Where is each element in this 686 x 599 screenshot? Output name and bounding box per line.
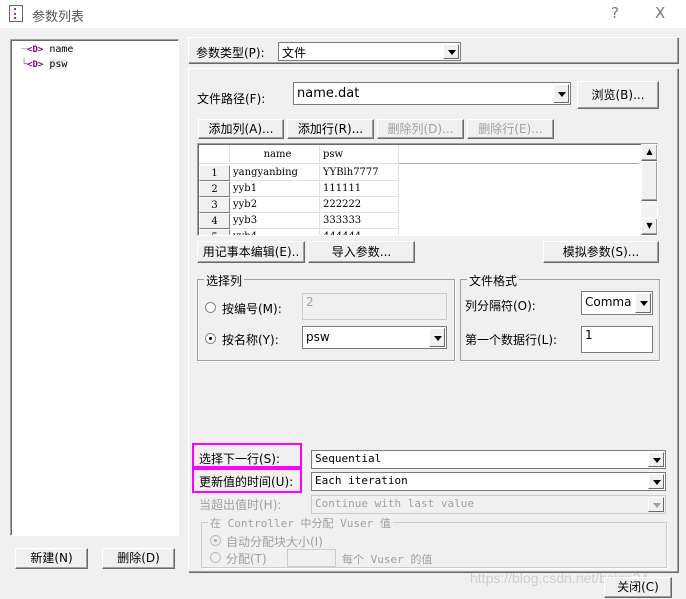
update-label: 更新值的时间(U): [199, 475, 294, 489]
first-row-value: 1 [585, 328, 593, 342]
chevron-down-icon [429, 328, 445, 347]
next-row-select[interactable]: Sequential [311, 450, 666, 469]
update-value: Each iteration [315, 474, 408, 487]
column-name-select[interactable]: psw [302, 326, 447, 349]
per-vuser-label: 每个 Vuser 的值 [342, 553, 433, 566]
close-window-button[interactable]: X [655, 4, 665, 22]
column-number-value: 2 [306, 295, 314, 309]
data-grid[interactable]: name psw 1 yangyanbing YYBlh7777 2 yyb1 11111… [197, 143, 658, 236]
column-name-value: psw [306, 330, 330, 344]
grid-scrollbar[interactable]: ▲ ▼ [641, 144, 657, 235]
first-row-spinner[interactable]: 1 [581, 326, 653, 353]
column-number-spinner[interactable]: 2 [302, 293, 447, 320]
chevron-down-icon [648, 452, 664, 467]
title-bar [0, 0, 686, 28]
by-name-radio[interactable] [205, 333, 216, 344]
grid-cell[interactable]: yyb1 [230, 181, 320, 197]
column-header-psw[interactable]: psw [320, 145, 399, 164]
file-path-value: name.dat [297, 86, 360, 101]
row-number[interactable]: 2 [199, 181, 230, 197]
grid-cell[interactable]: 111111 [320, 181, 399, 197]
auto-allocate-radio[interactable] [210, 535, 221, 546]
grid-cell[interactable]: yyb2 [230, 197, 320, 213]
select-column-legend: 选择列 [204, 272, 245, 289]
scroll-down-icon[interactable]: ▼ [641, 218, 657, 235]
out-of-values-label: 当超出值时(H): [199, 498, 282, 512]
controller-legend: 在 Controller 中分配 Vuser 值 [208, 515, 393, 531]
chevron-down-icon [648, 474, 664, 489]
grid-cell[interactable]: 444444 [320, 229, 399, 235]
window-title: 参数列表 [32, 10, 85, 25]
grid-cell[interactable]: yyb4 [230, 229, 320, 235]
chevron-down-icon [635, 293, 651, 313]
grid-cell[interactable]: yangyanbing [230, 165, 320, 181]
allocate-label: 分配(T) [226, 552, 267, 566]
first-row-label: 第一个数据行(L): [465, 333, 558, 347]
header-divider [399, 163, 639, 164]
row-number[interactable]: 3 [199, 197, 230, 213]
tree-item-label: name [49, 44, 74, 55]
row-number[interactable]: 1 [199, 165, 230, 181]
update-select[interactable]: Each iteration [311, 472, 666, 491]
delete-button[interactable]: 删除(D) [102, 548, 175, 569]
allocate-radio[interactable] [210, 552, 221, 563]
new-button[interactable]: 新建(N) [15, 548, 88, 569]
next-row-label: 选择下一行(S): [199, 452, 281, 466]
tree-item-psw[interactable]: └<D> psw [21, 59, 121, 70]
delimiter-label: 列分隔符(O): [465, 299, 536, 313]
add-column-button[interactable]: 添加列(A)... [198, 119, 284, 139]
tree-item-name[interactable]: ┈<D> name [21, 44, 121, 55]
delete-row-button[interactable]: 删除行(E)... [467, 119, 554, 139]
chevron-down-icon [553, 84, 569, 103]
row-number[interactable]: 5 [199, 229, 230, 235]
grid-corner [199, 145, 230, 164]
by-number-label: 按编号(M): [222, 302, 282, 316]
chevron-down-icon [443, 44, 459, 59]
file-format-legend: 文件格式 [467, 272, 520, 289]
grid-cell[interactable]: YYBlh7777 [320, 165, 399, 181]
param-type-label: 参数类型(P): [196, 46, 265, 60]
next-row-value: Sequential [315, 452, 382, 465]
auto-allocate-label: 自动分配块大小(I) [226, 535, 323, 549]
scroll-up-icon[interactable]: ▲ [641, 144, 657, 161]
edit-with-notepad-button[interactable]: 用记事本编辑(E).. [197, 241, 305, 263]
column-header-name[interactable]: name [230, 145, 320, 164]
help-button[interactable]: ? [611, 4, 619, 22]
by-number-radio[interactable] [205, 302, 216, 313]
param-icon: <D> [27, 60, 44, 70]
param-type-value: 文件 [282, 46, 307, 60]
param-icon: <D> [27, 45, 44, 55]
by-name-label: 按名称(Y): [222, 333, 279, 347]
file-path-combobox[interactable]: name.dat [293, 82, 571, 105]
close-button[interactable]: 关闭(C) [604, 577, 672, 598]
simulate-params-button[interactable]: 模拟参数(S)... [543, 241, 659, 263]
allocate-input[interactable] [287, 549, 336, 567]
scroll-thumb[interactable] [641, 161, 657, 201]
import-params-button[interactable]: 导入参数... [308, 241, 415, 263]
delete-column-button[interactable]: 删除列(D)... [377, 119, 464, 139]
delimiter-value: Comma [585, 295, 632, 309]
add-row-button[interactable]: 添加行(R)... [287, 119, 374, 139]
browse-button[interactable]: 浏览(B)... [577, 81, 659, 109]
out-of-values-select[interactable]: Continue with last value [311, 495, 666, 514]
file-path-label: 文件路径(F): [197, 92, 266, 106]
window-icon [9, 5, 23, 22]
out-of-values-value: Continue with last value [315, 497, 474, 510]
chevron-down-icon [648, 497, 664, 512]
tree-item-label: psw [49, 59, 68, 70]
param-type-select[interactable]: 文件 [278, 42, 461, 61]
row-number[interactable]: 4 [199, 213, 230, 229]
grid-cell[interactable]: 222222 [320, 197, 399, 213]
grid-cell[interactable]: 333333 [320, 213, 399, 229]
parameter-tree[interactable]: ┈<D> name └<D> psw [10, 39, 179, 536]
grid-cell[interactable]: yyb3 [230, 213, 320, 229]
delimiter-select[interactable]: Comma [581, 291, 653, 315]
